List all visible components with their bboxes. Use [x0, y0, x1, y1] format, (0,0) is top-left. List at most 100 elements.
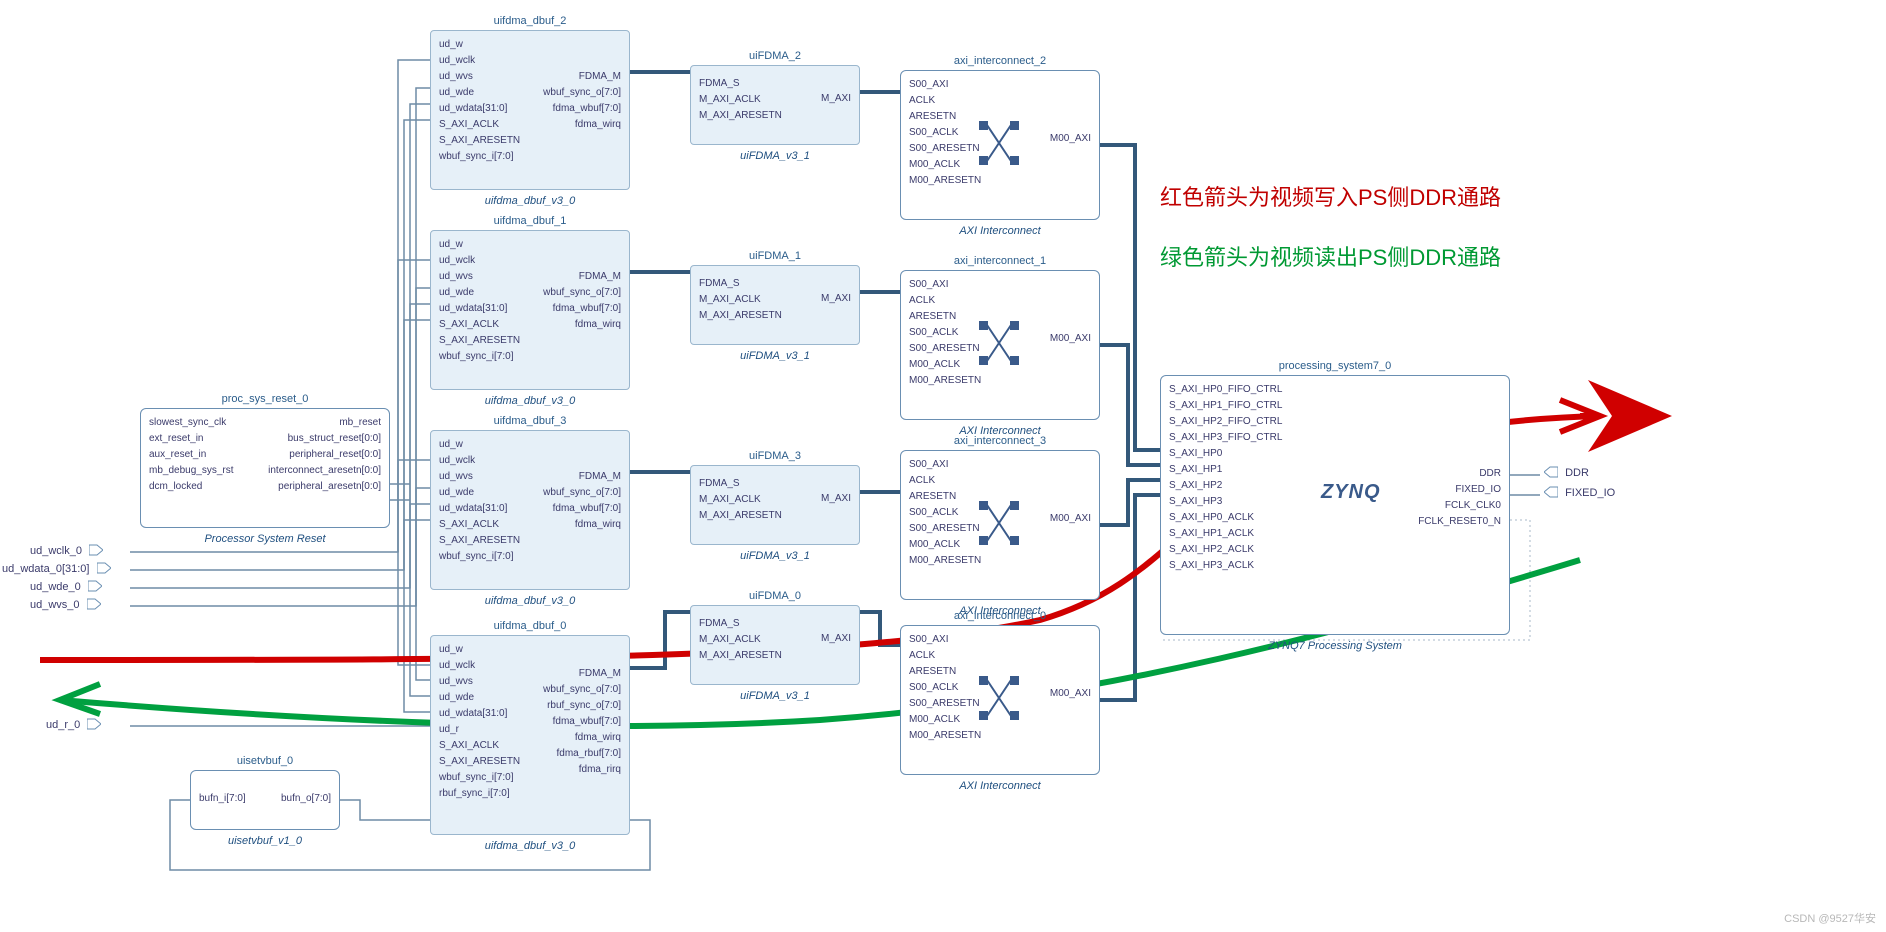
ext-port-ud-wclk-0[interactable]: ud_wclk_0 [30, 544, 107, 558]
port: S_AXI_ACLK [439, 517, 520, 533]
port: fdma_wirq [543, 517, 621, 533]
ext-port-ddr[interactable]: DDR [1540, 466, 1589, 480]
port: M_AXI [821, 491, 851, 507]
port: peripheral_reset[0:0] [268, 447, 381, 463]
block-axi-interconnect-0[interactable]: axi_interconnect_0 S00_AXI ACLK ARESETN … [900, 625, 1100, 775]
port: ARESETN [909, 309, 981, 325]
ext-port-fixed-io[interactable]: FIXED_IO [1540, 486, 1615, 500]
port: ARESETN [909, 489, 981, 505]
port: slowest_sync_clk [149, 415, 234, 431]
port: ud_wvs [439, 674, 520, 690]
port: FDMA_M [543, 469, 621, 485]
block-title: uifdma_dbuf_1 [431, 215, 629, 227]
port: peripheral_aresetn[0:0] [268, 479, 381, 495]
port: S_AXI_ARESETN [439, 133, 520, 149]
block-uifdma-dbuf-3[interactable]: uifdma_dbuf_3 ud_w ud_wclk ud_wvs ud_wde… [430, 430, 630, 590]
ext-port-ud-wdata-0[interactable]: ud_wdata_0[31:0] [2, 562, 115, 576]
port: FDMA_S [699, 476, 782, 492]
block-uifdma-dbuf-2[interactable]: uifdma_dbuf_2 ud_w ud_wclk ud_wvs ud_wde… [430, 30, 630, 190]
port: ud_w [439, 237, 520, 253]
port: S_AXI_ARESETN [439, 754, 520, 770]
port: dcm_locked [149, 479, 234, 495]
ext-port-label: FIXED_IO [1565, 487, 1615, 499]
port: FDMA_M [543, 666, 621, 682]
port: rbuf_sync_i[7:0] [439, 786, 520, 802]
port: S_AXI_ARESETN [439, 533, 520, 549]
port-pin-icon [97, 561, 111, 575]
block-processing-system7-0[interactable]: processing_system7_0 S_AXI_HP0_FIFO_CTRL… [1160, 375, 1510, 635]
port: S_AXI_ACLK [439, 117, 520, 133]
port: ud_wvs [439, 469, 520, 485]
port: fdma_wirq [543, 317, 621, 333]
port: fdma_wbuf[7:0] [543, 501, 621, 517]
block-title: uiFDMA_0 [691, 590, 859, 602]
port: M_AXI_ACLK [699, 92, 782, 108]
block-title: uifdma_dbuf_0 [431, 620, 629, 632]
block-type: uifdma_dbuf_v3_0 [431, 595, 629, 607]
block-type: AXI Interconnect [901, 225, 1099, 237]
port: fdma_wbuf[7:0] [543, 101, 621, 117]
port: ud_wclk [439, 658, 520, 674]
block-type: uifdma_dbuf_v3_0 [431, 840, 629, 852]
port: ud_wdata[31:0] [439, 706, 520, 722]
ext-port-ud-wvs-0[interactable]: ud_wvs_0 [30, 598, 105, 612]
block-uifdma-dbuf-0[interactable]: uifdma_dbuf_0 ud_w ud_wclk ud_wvs ud_wde… [430, 635, 630, 835]
block-axi-interconnect-3[interactable]: axi_interconnect_3 S00_AXI ACLK ARESETN … [900, 450, 1100, 600]
block-uifdma-3[interactable]: uiFDMA_3 FDMA_S M_AXI_ACLK M_AXI_ARESETN… [690, 465, 860, 545]
port: M_AXI_ARESETN [699, 508, 782, 524]
port: M_AXI [821, 91, 851, 107]
port: S_AXI_HP3_ACLK [1169, 558, 1282, 574]
ext-port-ud-wde-0[interactable]: ud_wde_0 [30, 580, 106, 594]
port: bus_struct_reset[0:0] [268, 431, 381, 447]
block-uifdma-2[interactable]: uiFDMA_2 FDMA_S M_AXI_ACLK M_AXI_ARESETN… [690, 65, 860, 145]
port: M_AXI_ARESETN [699, 108, 782, 124]
port: mb_debug_sys_rst [149, 463, 234, 479]
port: S00_ARESETN [909, 696, 981, 712]
port: ud_r [439, 722, 520, 738]
port-pin-icon [1544, 465, 1558, 479]
port: bufn_i[7:0] [199, 791, 246, 807]
port: M00_AXI [1050, 511, 1091, 527]
port: ud_wde [439, 485, 520, 501]
port: M_AXI_ACLK [699, 492, 782, 508]
port: ud_wclk [439, 453, 520, 469]
block-uisetvbuf-0[interactable]: uisetvbuf_0 bufn_i[7:0] bufn_o[7:0] uise… [190, 770, 340, 830]
block-proc-sys-reset-0[interactable]: proc_sys_reset_0 slowest_sync_clk ext_re… [140, 408, 390, 528]
port: S00_AXI [909, 632, 981, 648]
watermark: CSDN @9527华安 [1784, 910, 1876, 926]
port: wbuf_sync_i[7:0] [439, 770, 520, 786]
port: S_AXI_HP1 [1169, 462, 1282, 478]
port: ud_wde [439, 285, 520, 301]
block-title: uiFDMA_3 [691, 450, 859, 462]
port-pin-icon [87, 717, 101, 731]
block-axi-interconnect-2[interactable]: axi_interconnect_2 S00_AXI ACLK ARESETN … [900, 70, 1100, 220]
block-title: processing_system7_0 [1161, 360, 1509, 372]
port: fdma_wirq [543, 730, 621, 746]
port: S00_ACLK [909, 325, 981, 341]
ext-port-ud-r-0[interactable]: ud_r_0 [46, 718, 105, 732]
block-axi-interconnect-1[interactable]: axi_interconnect_1 S00_AXI ACLK ARESETN … [900, 270, 1100, 420]
port: M00_ARESETN [909, 728, 981, 744]
block-type: uifdma_dbuf_v3_0 [431, 195, 629, 207]
port: S_AXI_ACLK [439, 317, 520, 333]
interconnect-icon [979, 121, 1019, 165]
port: ud_wdata[31:0] [439, 301, 520, 317]
port: fdma_wbuf[7:0] [543, 714, 621, 730]
port: S00_AXI [909, 277, 981, 293]
block-type: Processor System Reset [141, 533, 389, 545]
port: ud_w [439, 37, 520, 53]
ext-port-label: ud_r_0 [46, 719, 80, 731]
port: FDMA_S [699, 276, 782, 292]
port: S_AXI_HP2 [1169, 478, 1282, 494]
annotation-green: 绿色箭头为视频读出PS侧DDR通路 [1160, 240, 1501, 272]
block-uifdma-dbuf-1[interactable]: uifdma_dbuf_1 ud_w ud_wclk ud_wvs ud_wde… [430, 230, 630, 390]
port: S_AXI_ACLK [439, 738, 520, 754]
port: wbuf_sync_o[7:0] [543, 485, 621, 501]
port: FIXED_IO [1418, 482, 1501, 498]
block-type: AXI Interconnect [901, 780, 1099, 792]
block-uifdma-1[interactable]: uiFDMA_1 FDMA_S M_AXI_ACLK M_AXI_ARESETN… [690, 265, 860, 345]
port-pin-icon [88, 579, 102, 593]
block-uifdma-0[interactable]: uiFDMA_0 FDMA_S M_AXI_ACLK M_AXI_ARESETN… [690, 605, 860, 685]
port: FCLK_RESET0_N [1418, 514, 1501, 530]
port: bufn_o[7:0] [281, 791, 331, 807]
